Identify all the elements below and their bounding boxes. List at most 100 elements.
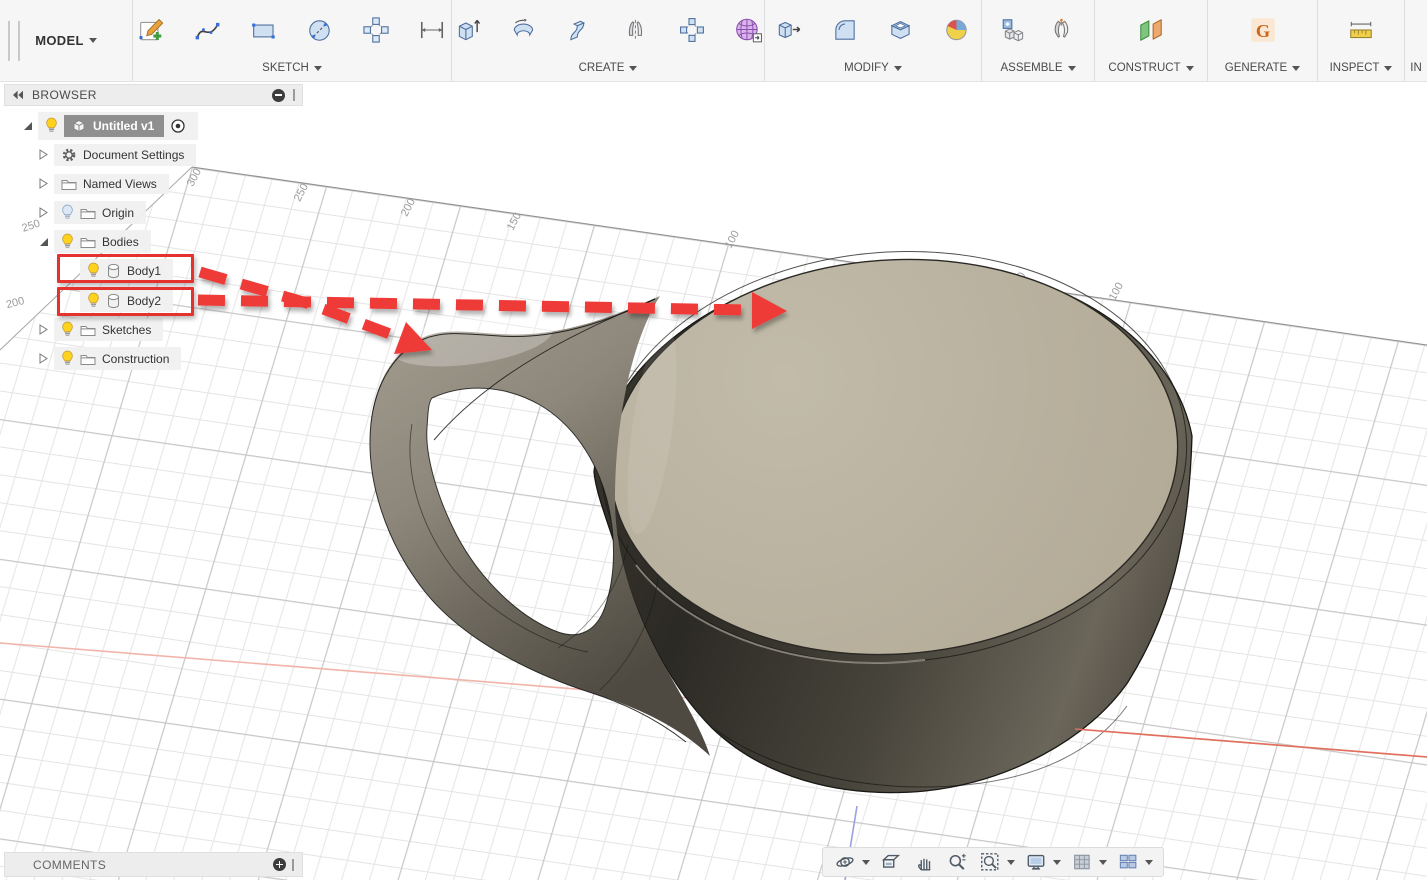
fillet-button[interactable] bbox=[828, 13, 862, 47]
root-item-label: Untitled v1 bbox=[93, 119, 154, 133]
caret-expanded-icon[interactable] bbox=[38, 236, 49, 247]
tree-row-document-settings[interactable]: Document Settings bbox=[38, 141, 196, 168]
workspace-switcher[interactable]: MODEL bbox=[0, 0, 133, 81]
tree-item-label: Document Settings bbox=[83, 148, 184, 162]
chevron-down-icon bbox=[629, 66, 637, 71]
toolbar-grip[interactable] bbox=[8, 21, 20, 61]
display-settings-button[interactable] bbox=[1024, 850, 1048, 874]
extrude-button[interactable] bbox=[451, 13, 485, 47]
browser-header[interactable]: BROWSER bbox=[4, 84, 303, 106]
tree-row-construction[interactable]: Construction bbox=[38, 345, 181, 372]
svg-text:200: 200 bbox=[5, 295, 26, 311]
group-label-construct[interactable]: CONSTRUCT bbox=[1108, 62, 1180, 74]
orbit-icon bbox=[834, 851, 856, 873]
appearance-icon bbox=[942, 16, 972, 44]
add-comment-icon[interactable] bbox=[273, 858, 286, 871]
press-pull-button[interactable] bbox=[772, 13, 806, 47]
tree-row-sketches[interactable]: Sketches bbox=[38, 316, 163, 343]
caret-expanded-icon[interactable] bbox=[22, 120, 33, 131]
comments-title: COMMENTS bbox=[33, 858, 273, 872]
appearance-button[interactable] bbox=[940, 13, 974, 47]
viewports-dropdown-icon[interactable] bbox=[1145, 860, 1153, 865]
grid-dropdown-icon[interactable] bbox=[1099, 860, 1107, 865]
rectangle-button[interactable] bbox=[247, 13, 281, 47]
viewport-canvas[interactable]: 300 250 200 150 100 0 50 100 250 200 bbox=[0, 0, 1427, 880]
bulb-off-icon[interactable] bbox=[61, 204, 74, 221]
grid-settings-button[interactable] bbox=[1070, 850, 1094, 874]
pattern-button[interactable] bbox=[675, 13, 709, 47]
extrude-icon bbox=[453, 16, 483, 44]
orbit-button[interactable] bbox=[833, 850, 857, 874]
sketch-pattern-button[interactable] bbox=[359, 13, 393, 47]
chevron-down-icon bbox=[1384, 66, 1392, 71]
tree-row-root[interactable]: Untitled v1 bbox=[22, 112, 198, 139]
fit-icon bbox=[979, 851, 1001, 873]
offset-plane-button[interactable] bbox=[1134, 13, 1168, 47]
rectangle-icon bbox=[249, 16, 279, 44]
caret-collapsed-icon[interactable] bbox=[38, 207, 49, 218]
collapse-panel-icon[interactable] bbox=[12, 90, 24, 100]
group-label-create[interactable]: CREATE bbox=[579, 62, 625, 74]
caret-collapsed-icon[interactable] bbox=[38, 353, 49, 364]
create-sketch-button[interactable] bbox=[135, 13, 169, 47]
toolbar-group-assemble: ASSEMBLE bbox=[982, 0, 1095, 81]
fit-button[interactable] bbox=[978, 850, 1002, 874]
sketch-dimension-button[interactable] bbox=[415, 13, 449, 47]
comments-bar[interactable]: COMMENTS bbox=[4, 852, 303, 877]
caret-collapsed-icon[interactable] bbox=[38, 178, 49, 189]
tree-item-label: Construction bbox=[102, 352, 169, 366]
group-label-generate[interactable]: GENERATE bbox=[1225, 62, 1287, 74]
circle-icon bbox=[305, 16, 335, 44]
caret-collapsed-icon[interactable] bbox=[38, 149, 49, 160]
panel-resize-handle[interactable] bbox=[292, 859, 294, 871]
tree-row-bodies[interactable]: Bodies bbox=[38, 228, 151, 255]
toolbar-group-modify: MODIFY bbox=[765, 0, 982, 81]
folder-icon bbox=[61, 177, 77, 191]
bulb-on-icon[interactable] bbox=[61, 321, 74, 338]
group-label-assemble[interactable]: ASSEMBLE bbox=[1001, 62, 1063, 74]
fit-dropdown-icon[interactable] bbox=[1007, 860, 1015, 865]
selected-root-item[interactable]: Untitled v1 bbox=[64, 115, 164, 137]
mirror-button[interactable] bbox=[619, 13, 653, 47]
joint-button[interactable] bbox=[1045, 13, 1079, 47]
tree-row-named-views[interactable]: Named Views bbox=[38, 170, 169, 197]
bulb-on-icon[interactable] bbox=[45, 117, 58, 134]
pattern-icon bbox=[677, 16, 707, 44]
group-label-modify[interactable]: MODIFY bbox=[844, 62, 889, 74]
activate-radio-icon[interactable] bbox=[170, 118, 186, 134]
circle-button[interactable] bbox=[303, 13, 337, 47]
grid-settings-icon bbox=[1071, 851, 1093, 873]
pan-button[interactable] bbox=[912, 850, 936, 874]
display-dropdown-icon[interactable] bbox=[1053, 860, 1061, 865]
viewports-icon bbox=[1117, 851, 1139, 873]
toolbar-group-sketch: SKETCH bbox=[133, 0, 452, 81]
group-label-sketch[interactable]: SKETCH bbox=[262, 62, 309, 74]
group-label-clipped[interactable]: IN bbox=[1410, 62, 1422, 74]
folder-icon bbox=[80, 323, 96, 337]
look-at-button[interactable] bbox=[879, 850, 903, 874]
sketch-pattern-icon bbox=[361, 16, 391, 44]
tree-row-origin[interactable]: Origin bbox=[38, 199, 146, 226]
press-pull-icon bbox=[774, 16, 804, 44]
zoom-button[interactable] bbox=[945, 850, 969, 874]
component-cube-icon bbox=[71, 118, 87, 134]
orbit-dropdown-icon[interactable] bbox=[862, 860, 870, 865]
new-component-button[interactable] bbox=[997, 13, 1031, 47]
bulb-on-icon[interactable] bbox=[61, 350, 74, 367]
viewports-button[interactable] bbox=[1116, 850, 1140, 874]
measure-button[interactable] bbox=[1344, 13, 1378, 47]
create-form-button[interactable] bbox=[731, 13, 765, 47]
panel-resize-handle[interactable] bbox=[293, 89, 295, 101]
generate-button[interactable]: G bbox=[1246, 13, 1280, 47]
revolve-button[interactable] bbox=[507, 13, 541, 47]
panel-minimize-icon[interactable] bbox=[272, 89, 285, 102]
shell-button[interactable] bbox=[884, 13, 918, 47]
tree-item-label: Bodies bbox=[102, 235, 139, 249]
bulb-on-icon[interactable] bbox=[61, 233, 74, 250]
group-label-inspect[interactable]: INSPECT bbox=[1330, 62, 1380, 74]
pan-hand-icon bbox=[913, 851, 935, 873]
sweep-button[interactable] bbox=[563, 13, 597, 47]
spline-button[interactable] bbox=[191, 13, 225, 47]
caret-collapsed-icon[interactable] bbox=[38, 324, 49, 335]
dimension-icon bbox=[417, 16, 447, 44]
